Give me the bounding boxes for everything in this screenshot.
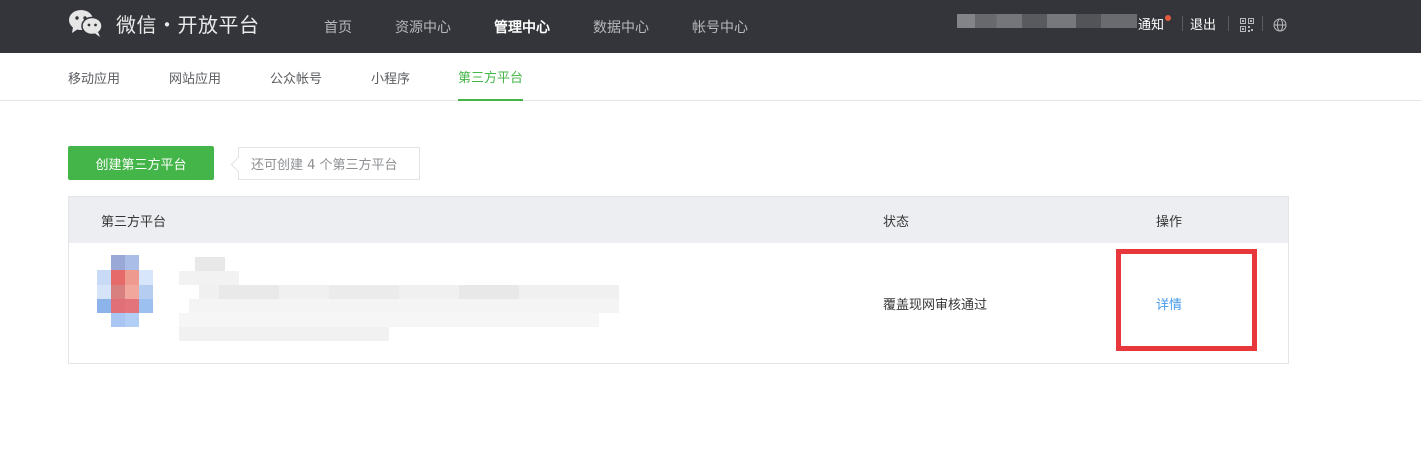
- quota-tip: 还可创建 4 个第三方平台: [238, 147, 420, 180]
- nav-item-home[interactable]: 首页: [324, 17, 352, 37]
- globe-icon[interactable]: [1273, 17, 1287, 32]
- sub-nav: 移动应用 网站应用 公众帐号 小程序 第三方平台: [0, 53, 1421, 101]
- platform-name-redacted: [179, 257, 619, 349]
- main-nav: 首页 资源中心 管理中心 数据中心 帐号中心: [324, 0, 791, 53]
- create-third-party-button[interactable]: 创建第三方平台: [68, 146, 214, 180]
- subnav-item-official-accounts[interactable]: 公众帐号: [270, 53, 322, 101]
- nav-item-data[interactable]: 数据中心: [593, 17, 649, 37]
- nav-item-resources[interactable]: 资源中心: [395, 17, 451, 37]
- platform-avatar-redacted: [97, 255, 167, 337]
- divider: [1262, 16, 1263, 31]
- column-header-operation: 操作: [1156, 214, 1183, 230]
- logout-label: 退出: [1190, 17, 1217, 33]
- column-header-platform: 第三方平台: [101, 214, 167, 230]
- detail-link[interactable]: 详情: [1156, 243, 1182, 363]
- brand-logo[interactable]: 微信・开放平台: [68, 8, 260, 38]
- subnav-item-mobile-apps[interactable]: 移动应用: [68, 53, 120, 101]
- notification-link[interactable]: 通知: [1138, 0, 1172, 46]
- notification-label: 通知: [1138, 17, 1165, 33]
- divider: [1182, 16, 1183, 31]
- subnav-item-mini-programs[interactable]: 小程序: [371, 53, 410, 101]
- brand-name: 微信・开放平台: [116, 12, 260, 37]
- table-header: 第三方平台 状态 操作: [69, 197, 1288, 243]
- divider: [1228, 16, 1229, 31]
- logout-link[interactable]: 退出: [1190, 0, 1216, 46]
- quota-tip-text: 还可创建 4 个第三方平台: [251, 158, 398, 173]
- account-name-redacted[interactable]: [957, 14, 1137, 28]
- nav-item-management[interactable]: 管理中心: [494, 17, 550, 37]
- status-text: 覆盖现网审核通过: [883, 297, 988, 313]
- qr-code-icon[interactable]: [1240, 17, 1254, 32]
- notification-dot: [1165, 15, 1172, 21]
- subnav-item-third-party[interactable]: 第三方平台: [458, 53, 524, 101]
- nav-item-account[interactable]: 帐号中心: [692, 17, 748, 37]
- third-party-table: 第三方平台 状态 操作 覆盖现网审核通过 详情: [68, 196, 1289, 364]
- top-bar: 微信・开放平台 首页 资源中心 管理中心 数据中心 帐号中心 通知 退出: [0, 0, 1421, 53]
- table-row: 覆盖现网审核通过 详情: [69, 243, 1288, 363]
- column-header-status: 状态: [883, 214, 910, 230]
- wechat-logo-icon: [68, 8, 104, 38]
- subnav-item-web-apps[interactable]: 网站应用: [169, 53, 221, 101]
